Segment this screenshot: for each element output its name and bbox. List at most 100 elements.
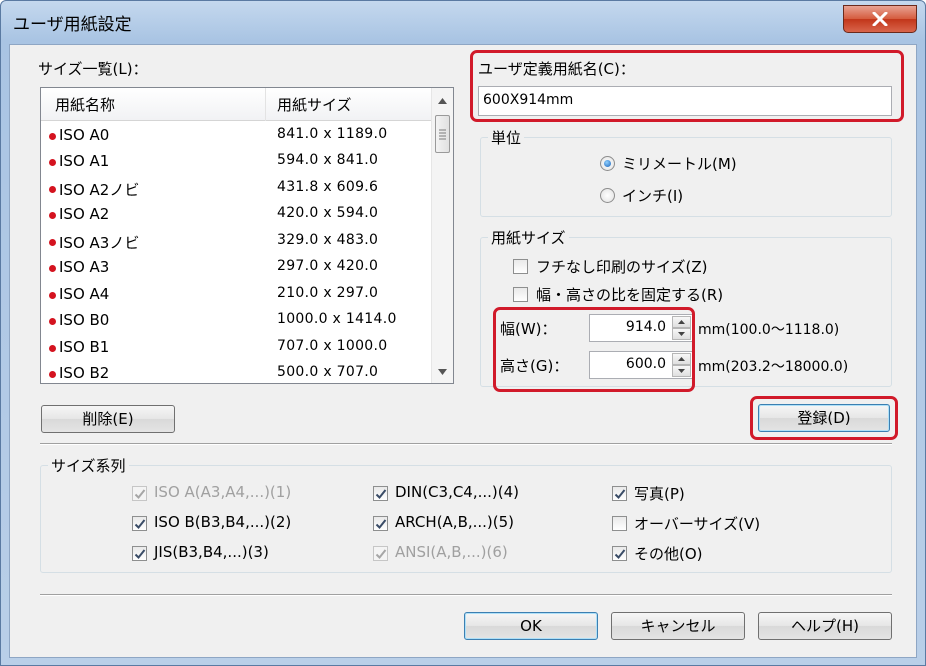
series-oversize-label[interactable]: オーバーサイズ(V) <box>634 513 760 534</box>
bullet-icon <box>49 159 56 166</box>
list-item[interactable]: ISO A3 297.0 x 420.0 <box>41 256 431 282</box>
scroll-up-button[interactable] <box>432 90 453 111</box>
check-icon <box>614 489 626 499</box>
list-item-size: 594.0 x 841.0 <box>277 152 379 168</box>
series-din-label[interactable]: DIN(C3,C4,...)(4) <box>395 483 519 501</box>
close-icon <box>872 12 888 26</box>
series-iso-b-label[interactable]: ISO B(B3,B4,...)(2) <box>154 513 291 531</box>
list-item-size: 1000.0 x 1414.0 <box>277 311 397 327</box>
separator-line <box>40 443 892 445</box>
series-iso-a-checkbox[interactable] <box>132 486 147 501</box>
highlight-box-dimensions <box>493 307 695 392</box>
series-oversize-checkbox[interactable] <box>612 516 627 531</box>
list-item-size: 707.0 x 1000.0 <box>277 338 388 354</box>
bullet-icon <box>49 318 56 325</box>
scroll-down-icon <box>438 368 447 375</box>
cancel-button[interactable]: キャンセル <box>611 612 745 640</box>
bullet-icon <box>49 212 56 219</box>
highlight-box-paper-name <box>470 50 904 122</box>
series-arch-checkbox[interactable] <box>373 516 388 531</box>
borderless-label[interactable]: フチなし印刷のサイズ(Z) <box>536 256 708 277</box>
list-item[interactable]: ISO A2 420.0 x 594.0 <box>41 203 431 229</box>
height-range: mm(203.2〜18000.0) <box>698 359 849 375</box>
grip-icon <box>439 129 446 140</box>
radio-inch-label[interactable]: インチ(I) <box>622 185 683 206</box>
list-item-size: 500.0 x 707.0 <box>277 364 379 380</box>
width-range: mm(100.0〜1118.0) <box>698 322 840 338</box>
delete-button[interactable]: 削除(E) <box>41 405 175 433</box>
series-other-label[interactable]: その他(O) <box>634 543 703 564</box>
list-item-name: ISO A2 <box>59 205 110 223</box>
list-item-size: 329.0 x 483.0 <box>277 232 379 248</box>
list-item-size: 841.0 x 1189.0 <box>277 126 388 142</box>
column-header-size[interactable]: 用紙サイズ <box>277 94 352 115</box>
window-title: ユーザ用紙設定 <box>13 15 132 35</box>
list-item[interactable]: ISO A3ノビ 329.0 x 483.0 <box>41 230 431 256</box>
list-item[interactable]: ISO A4 210.0 x 297.0 <box>41 283 431 309</box>
list-item-name: ISO A1 <box>59 152 110 170</box>
series-ansi-label: ANSI(A,B,...)(6) <box>395 543 508 561</box>
close-button[interactable] <box>843 5 917 33</box>
list-item[interactable]: ISO B2 500.0 x 707.0 <box>41 362 431 382</box>
column-header-name[interactable]: 用紙名称 <box>55 94 115 115</box>
list-item[interactable]: ISO B0 1000.0 x 1414.0 <box>41 309 431 335</box>
column-separator <box>265 88 266 121</box>
check-icon <box>134 489 146 499</box>
bullet-icon <box>49 345 56 352</box>
series-other-checkbox[interactable] <box>612 546 627 561</box>
check-icon <box>375 489 387 499</box>
bullet-icon <box>49 292 56 299</box>
bullet-icon <box>49 133 56 140</box>
check-icon <box>134 549 146 559</box>
series-arch-label[interactable]: ARCH(A,B,...)(5) <box>395 513 514 531</box>
series-iso-a-label: ISO A(A3,A4,...)(1) <box>154 483 292 501</box>
list-item-name: ISO B1 <box>59 338 110 356</box>
scroll-thumb[interactable] <box>435 115 450 153</box>
list-item-name: ISO A2ノビ <box>59 181 140 199</box>
list-item-size: 210.0 x 297.0 <box>277 285 379 301</box>
borderless-checkbox[interactable] <box>513 259 528 274</box>
ok-button[interactable]: OK <box>464 612 598 640</box>
size-list[interactable]: 用紙名称 用紙サイズ ISO A0 841.0 x 1189.0 ISO A1 59… <box>40 87 454 384</box>
help-button[interactable]: ヘルプ(H) <box>758 612 892 640</box>
list-item[interactable]: ISO A2ノビ 431.8 x 609.6 <box>41 177 431 203</box>
check-icon <box>614 549 626 559</box>
list-scrollbar[interactable] <box>431 88 453 383</box>
bullet-icon <box>49 371 56 378</box>
title-bar[interactable]: ユーザ用紙設定 <box>1 1 925 43</box>
list-item-size: 297.0 x 420.0 <box>277 258 379 274</box>
size-series-group-title: サイズ系列 <box>48 455 129 476</box>
list-item[interactable]: ISO A1 594.0 x 841.0 <box>41 150 431 176</box>
unit-group <box>480 137 892 217</box>
radio-millimeter-label[interactable]: ミリメートル(M) <box>622 153 737 174</box>
series-ansi-checkbox[interactable] <box>373 546 388 561</box>
scroll-down-button[interactable] <box>432 361 453 382</box>
highlight-box-register <box>750 396 898 440</box>
size-list-label: サイズ一覧(L)： <box>38 60 148 78</box>
check-icon <box>134 519 146 529</box>
list-item-name: ISO A3 <box>59 258 110 276</box>
series-din-checkbox[interactable] <box>373 486 388 501</box>
series-iso-b-checkbox[interactable] <box>132 516 147 531</box>
list-item[interactable]: ISO A0 841.0 x 1189.0 <box>41 124 431 150</box>
list-item-name: ISO A3ノビ <box>59 234 140 252</box>
size-list-header: 用紙名称 用紙サイズ <box>41 88 431 121</box>
bullet-icon <box>49 265 56 272</box>
series-jis-label[interactable]: JIS(B3,B4,...)(3) <box>154 543 269 561</box>
paper-size-group-title: 用紙サイズ <box>488 227 569 248</box>
fix-ratio-checkbox[interactable] <box>513 287 528 302</box>
list-item[interactable]: ISO B1 707.0 x 1000.0 <box>41 336 431 362</box>
series-photo-label[interactable]: 写真(P) <box>634 483 685 504</box>
series-jis-checkbox[interactable] <box>132 546 147 561</box>
list-item-name: ISO B0 <box>59 311 110 329</box>
series-photo-checkbox[interactable] <box>612 486 627 501</box>
bullet-icon <box>49 186 56 193</box>
list-item-size: 420.0 x 594.0 <box>277 205 379 221</box>
radio-inch[interactable] <box>600 188 615 203</box>
radio-millimeter[interactable] <box>600 156 615 171</box>
unit-group-title: 単位 <box>488 127 525 148</box>
footer-separator <box>40 594 892 596</box>
list-item-size: 431.8 x 609.6 <box>277 179 379 195</box>
bullet-icon <box>49 239 56 246</box>
fix-ratio-label[interactable]: 幅・高さの比を固定する(R) <box>536 284 723 305</box>
